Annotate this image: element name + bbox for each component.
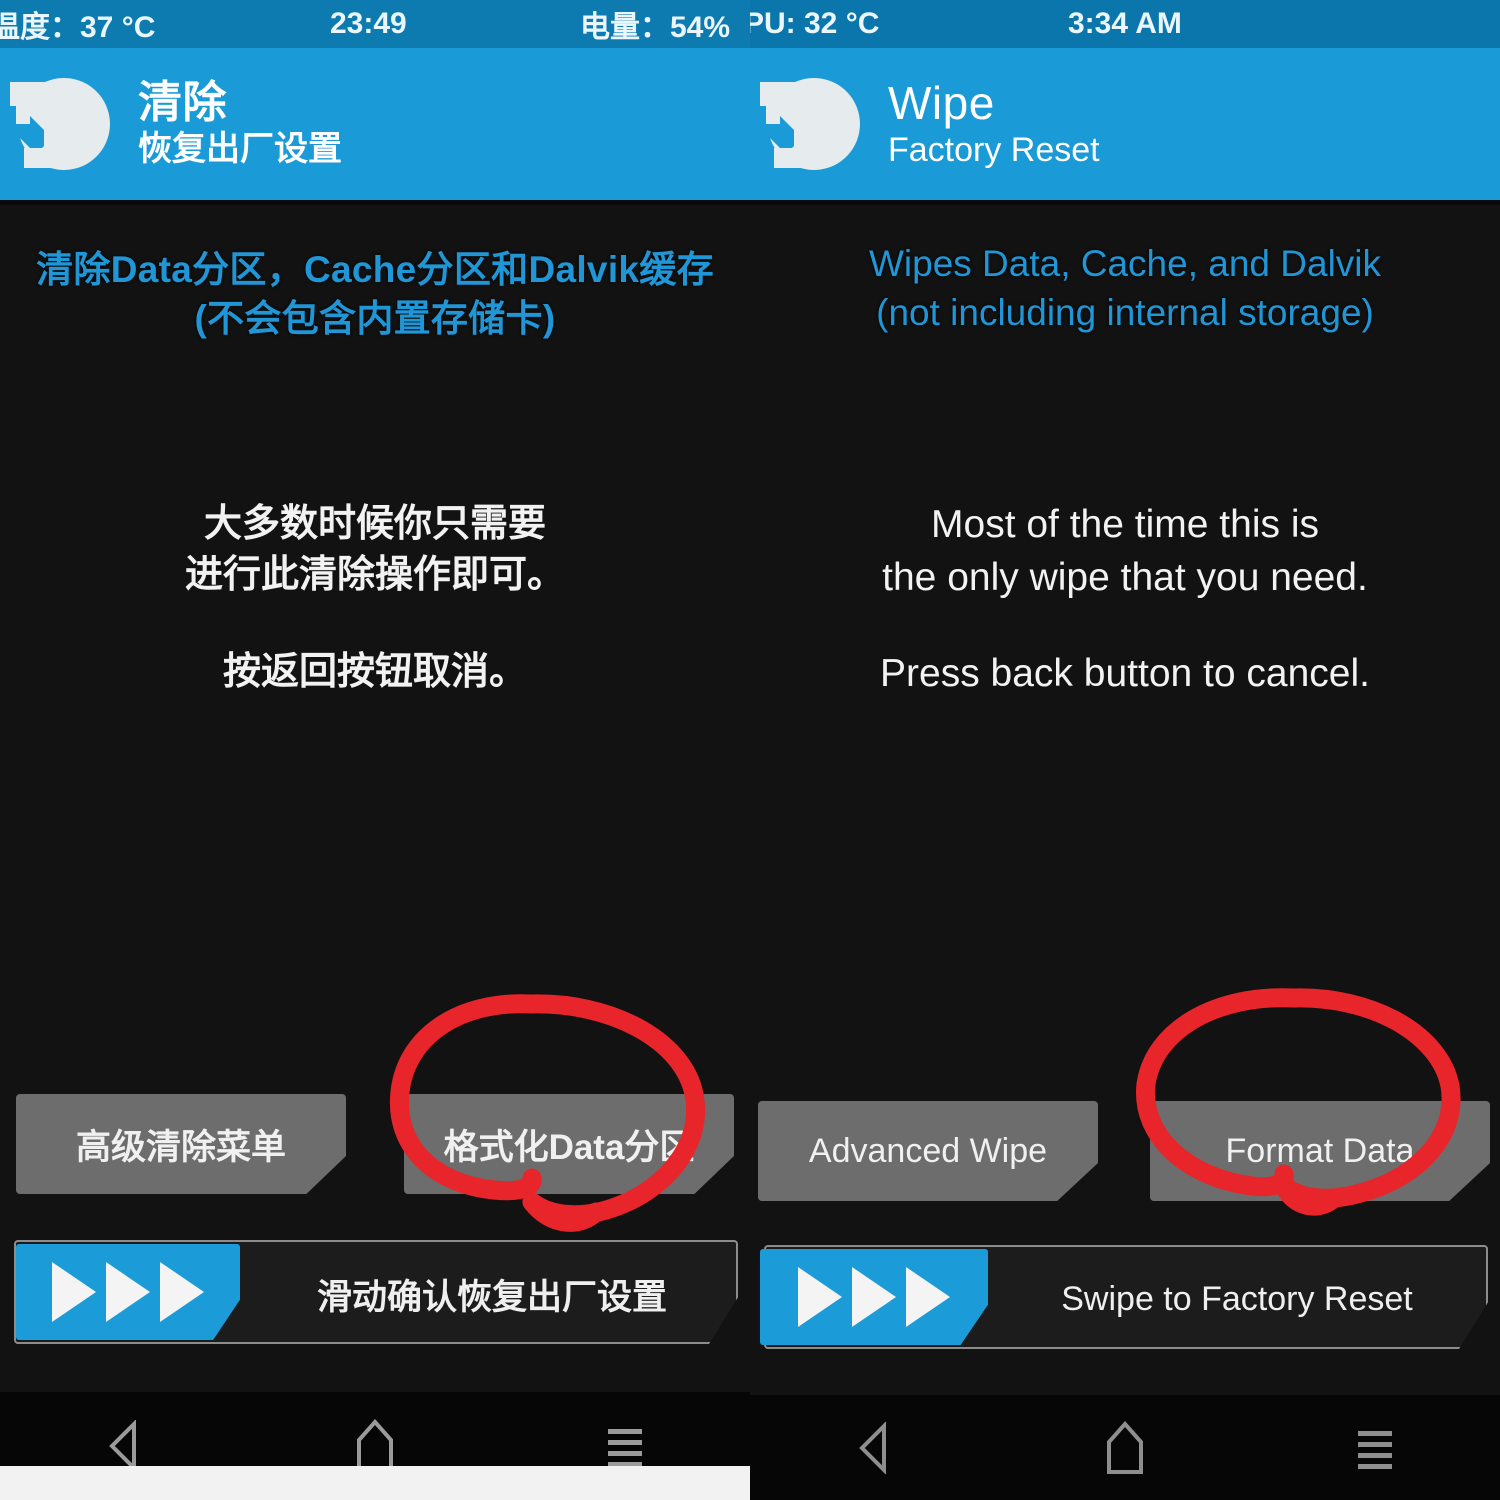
arrow-right-icon-3 bbox=[160, 1262, 204, 1322]
status-clock: 23:49 bbox=[330, 7, 407, 40]
menu-icon[interactable] bbox=[1340, 1413, 1410, 1483]
status-bar-right: PU: 32 °C 3:34 AM bbox=[750, 0, 1500, 48]
action-button-row-right: Advanced Wipe Format Data bbox=[750, 1101, 1500, 1201]
page-title: 清除 bbox=[138, 78, 227, 128]
wipe-info-paragraph-1: 大多数时候你只需要 进行此清除操作即可。 bbox=[0, 499, 750, 602]
format-data-button[interactable]: Format Data bbox=[1150, 1101, 1490, 1201]
twrp-screen-english: PU: 32 °C 3:34 AM Wipe Factory Reset Wip… bbox=[750, 0, 1500, 1500]
swipe-confirm-right[interactable]: Swipe to Factory Reset bbox=[750, 1245, 1500, 1355]
wipe-description: Wipes Data, Cache, and Dalvik (not inclu… bbox=[750, 239, 1500, 337]
wipe-description-line2: (not including internal storage) bbox=[876, 292, 1374, 334]
miui-watermark: MIU www.miui.co bbox=[540, 1322, 750, 1500]
wipe-description-line2: (不会包含内置存储卡) bbox=[194, 298, 556, 340]
wipe-cancel-hint: 按返回按钮取消。 bbox=[222, 651, 527, 693]
header-text-left: 清除 恢复出厂设置 bbox=[138, 78, 342, 169]
back-icon[interactable] bbox=[840, 1413, 910, 1483]
status-cpu-temperature: PU: 32 °C bbox=[750, 7, 880, 40]
triple-arrow-right-icon[interactable] bbox=[16, 1244, 240, 1340]
home-icon[interactable] bbox=[1090, 1413, 1160, 1483]
wipe-description-line1: Wipes Data, Cache, and Dalvik bbox=[868, 243, 1382, 284]
screen-body-left: 清除Data分区，Cache分区和Dalvik缓存 (不会包含内置存储卡) 大多… bbox=[0, 205, 750, 1500]
wipe-info-line2: 进行此清除操作即可。 bbox=[184, 554, 565, 597]
advanced-wipe-button[interactable]: 高级清除菜单 bbox=[16, 1094, 346, 1194]
status-battery: 电量：54% bbox=[580, 11, 731, 44]
wipe-description: 清除Data分区，Cache分区和Dalvik缓存 (不会包含内置存储卡) bbox=[0, 245, 750, 343]
app-header-right: Wipe Factory Reset bbox=[750, 48, 1500, 200]
wipe-cancel-hint: Press back button to cancel. bbox=[880, 652, 1370, 695]
status-temperature: 温度：37 °C bbox=[0, 11, 156, 44]
wipe-info-paragraph-1: Most of the time this is the only wipe t… bbox=[750, 499, 1500, 604]
page-subtitle: 恢复出厂设置 bbox=[138, 130, 342, 169]
wipe-description-line1: 清除Data分区，Cache分区和Dalvik缓存 bbox=[36, 249, 714, 290]
twrp-logo-icon bbox=[6, 72, 124, 176]
action-button-row-left: 高级清除菜单 格式化Data分区 bbox=[0, 1094, 750, 1194]
status-bar-left: 温度：37 °C 23:49 电量：54% bbox=[0, 0, 750, 48]
wipe-info-line2: the only wipe that you need. bbox=[882, 555, 1368, 599]
advanced-wipe-button[interactable]: Advanced Wipe bbox=[758, 1101, 1098, 1201]
screen-body-right: Wipes Data, Cache, and Dalvik (not inclu… bbox=[750, 205, 1500, 1500]
twrp-logo-icon bbox=[756, 72, 874, 176]
swipe-label: Swipe to Factory Reset bbox=[1061, 1279, 1413, 1318]
page-title: Wipe bbox=[888, 77, 995, 130]
triple-arrow-right-icon[interactable] bbox=[760, 1249, 988, 1345]
android-navigation-bar-right bbox=[750, 1395, 1500, 1500]
arrow-right-icon-1 bbox=[798, 1267, 842, 1327]
app-header-left: 清除 恢复出厂设置 bbox=[0, 48, 750, 200]
format-data-button[interactable]: 格式化Data分区 bbox=[404, 1094, 734, 1194]
wipe-info-line1: Most of the time this is bbox=[931, 503, 1319, 546]
page-subtitle: Factory Reset bbox=[888, 131, 1100, 170]
wipe-info-line1: 大多数时候你只需要 bbox=[203, 503, 546, 545]
twrp-screen-chinese: 温度：37 °C 23:49 电量：54% 清除 恢复出厂设置 清除Data分区… bbox=[0, 0, 750, 1500]
status-clock: 3:34 AM bbox=[1068, 7, 1182, 40]
screenshot-root: 温度：37 °C 23:49 电量：54% 清除 恢复出厂设置 清除Data分区… bbox=[0, 0, 1500, 1500]
arrow-right-icon-1 bbox=[52, 1262, 96, 1322]
arrow-right-icon-2 bbox=[106, 1262, 150, 1322]
header-text-right: Wipe Factory Reset bbox=[888, 80, 1100, 168]
arrow-right-icon-2 bbox=[852, 1267, 896, 1327]
arrow-right-icon-3 bbox=[906, 1267, 950, 1327]
